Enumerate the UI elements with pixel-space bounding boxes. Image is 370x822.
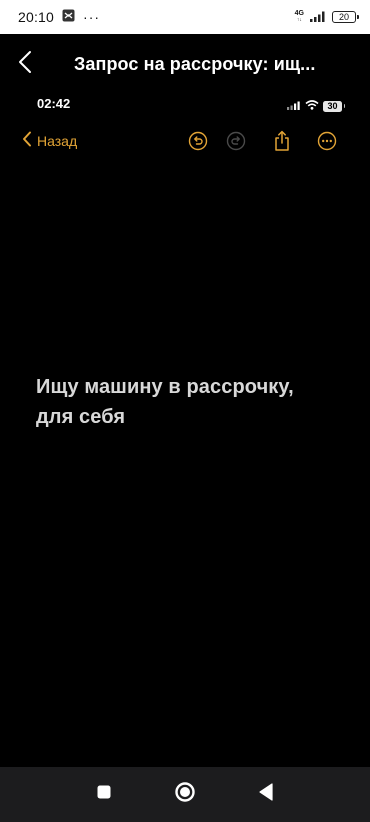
ellipsis-icon (317, 131, 337, 156)
note-text-line: Ищу машину в рассрочку, (36, 376, 294, 398)
embedded-status-icons: 30 (287, 97, 345, 115)
battery-level: 20 (338, 11, 349, 22)
embedded-battery-level: 30 (327, 100, 338, 111)
undo-icon (188, 131, 208, 156)
chevron-left-icon (18, 50, 32, 79)
embedded-battery-icon: 30 (323, 100, 345, 112)
notes-back-label: Назад (37, 132, 78, 149)
embedded-status-time: 02:42 (37, 96, 71, 111)
page-title: Запрос на рассрочку: ищ... (74, 53, 316, 74)
chevron-left-icon (22, 131, 32, 150)
status-time: 20:10 (18, 9, 55, 25)
network-type-label: 4G ↑↓ (294, 10, 304, 23)
battery-icon: 20 (332, 11, 359, 23)
redo-icon (226, 131, 246, 156)
more-options-button[interactable] (316, 131, 338, 156)
navigation-bar (0, 767, 370, 822)
embedded-screenshot: 02:42 30 Назад Ищу машину в рассрочку, д… (0, 94, 370, 767)
undo-button[interactable] (187, 131, 209, 156)
home-button[interactable] (170, 779, 200, 809)
recents-button[interactable] (89, 779, 119, 809)
status-right-group: 4G ↑↓ 20 (294, 9, 359, 25)
system-status-bar: 20:10 ··· 4G ↑↓ 20 (0, 0, 370, 34)
signal-strength-icon (310, 9, 326, 25)
notification-app-icon (62, 9, 75, 25)
square-icon (97, 785, 111, 804)
embedded-signal-icon (287, 97, 301, 115)
home-circle-icon (174, 781, 196, 808)
share-button[interactable] (271, 130, 293, 157)
app-header: Запрос на рассрочку: ищ... (0, 34, 370, 94)
redo-button[interactable] (225, 131, 247, 156)
embedded-status-bar: 02:42 30 (0, 94, 370, 116)
more-notifications-icon: ··· (83, 9, 101, 25)
system-back-button[interactable] (251, 779, 281, 809)
back-button[interactable] (0, 34, 50, 94)
embedded-wifi-icon (305, 97, 319, 115)
notes-back-button[interactable]: Назад (22, 131, 77, 150)
note-text-line: для себя (36, 406, 126, 428)
status-left-group: 20:10 ··· (18, 9, 100, 25)
note-text[interactable]: Ищу машину в рассрочку, для себя (36, 372, 346, 432)
triangle-back-icon (258, 782, 274, 806)
notes-toolbar: Назад (0, 128, 370, 158)
share-icon (273, 130, 291, 157)
